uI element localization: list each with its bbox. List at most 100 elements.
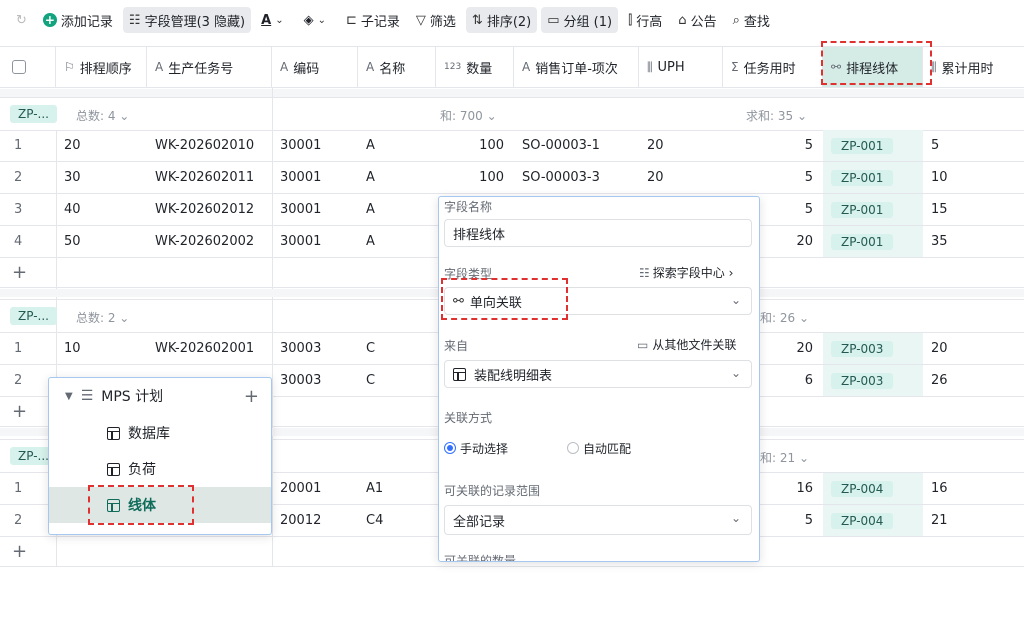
cell-cumulative[interactable]: 16 [923,473,948,504]
redo-button[interactable]: ↻ [10,7,33,33]
cell-name[interactable]: C [358,365,375,396]
select-all-checkbox[interactable] [12,60,26,74]
explore-field-center-link[interactable]: ☷ 探索字段中心 › [639,264,733,281]
tree-item-line[interactable]: 线体 [49,487,271,523]
cell-uph[interactable]: 20 [639,162,664,193]
row-height-button[interactable]: ⫿ 行高 [622,7,668,33]
cell-name[interactable]: A [358,130,375,161]
cell-cumulative[interactable]: 10 [923,162,948,193]
auto-match-radio[interactable]: 自动匹配 [567,440,631,457]
cell-order[interactable]: 20 [56,130,81,161]
sub-record-button[interactable]: ⊏ 子记录 [340,7,406,33]
cell-code[interactable]: 30003 [272,333,321,364]
group-sum-time[interactable]: 求和: 35 ⌄ [746,107,807,124]
cell-code[interactable]: 30001 [272,194,321,225]
cell-code[interactable]: 30001 [272,226,321,257]
filter-button[interactable]: ▽ 筛选 [410,7,462,33]
cell-task[interactable]: WK-202602001 [147,333,254,364]
cell-cumulative[interactable]: 20 [923,333,948,364]
cell-so[interactable]: SO-00003-3 [514,162,600,193]
cell-name[interactable]: A [358,194,375,225]
cell-so[interactable]: SO-00003-1 [514,130,600,161]
cell-order[interactable]: 40 [56,194,81,225]
grid-icon: ☷ [128,12,141,28]
cell-cumulative[interactable]: 15 [923,194,948,225]
cell-order[interactable]: 50 [56,226,81,257]
group-sum-time[interactable]: 和: 26 ⌄ [760,309,809,326]
cell-code[interactable]: 30001 [272,130,321,161]
line-tag: ZP-003 [831,372,894,389]
cell-code[interactable]: 20001 [272,473,321,504]
cell-line[interactable]: ZP-001 [823,194,923,225]
cell-time[interactable]: 5 [723,130,823,161]
cell-line[interactable]: ZP-003 [823,365,923,396]
cell-task[interactable]: WK-202602010 [147,130,254,161]
cell-uph[interactable]: 20 [639,130,664,161]
cell-cumulative[interactable]: 26 [923,365,948,396]
group-header[interactable]: ZP-... 总数: 4 ⌄ 和: 700 ⌄ 求和: 35 ⌄ [0,97,1024,131]
cell-qty[interactable]: 100 [436,130,514,161]
group-count[interactable]: 总数: 2 ⌄ [76,309,129,326]
column-header-line[interactable]: ⚯ 排程线体 [823,47,923,87]
record-scope-select[interactable]: 全部记录 ⌄ [444,505,752,535]
text-style-button[interactable]: A ⌄ [255,7,293,33]
cell-line[interactable]: ZP-003 [823,333,923,364]
column-header-time[interactable]: Σ 任务用时 [723,47,823,87]
table-header: ⚐ 排程顺序 A 生产任务号 A 编码 A 名称 123 数量 A 销售订单-项次 ⫼ UPH… [0,46,1024,88]
group-sum-time[interactable]: 和: 21 ⌄ [760,449,809,466]
cell-name[interactable]: A [358,226,375,257]
column-header-order[interactable]: ⚐ 排程顺序 [56,47,147,87]
manual-select-radio[interactable]: 手动选择 [444,440,508,457]
sort-button[interactable]: ⇅ 排序(2) [465,7,538,33]
column-header-cumulative[interactable]: ⫼ 累计用时 [923,47,1024,87]
cell-line[interactable]: ZP-004 [823,505,923,536]
cell-name[interactable]: C [358,333,375,364]
table-row[interactable]: 1 20 WK-202602010 30001 A 100 SO-00003-1… [0,130,1024,162]
cell-task[interactable]: WK-202602012 [147,194,254,225]
tree-item-load[interactable]: 负荷 [49,451,271,487]
cell-qty[interactable]: 100 [436,162,514,193]
column-header-so[interactable]: A 销售订单-项次 [514,47,639,87]
group-count[interactable]: 总数: 4 ⌄ [76,107,129,124]
cell-code[interactable]: 30001 [272,162,321,193]
cell-code[interactable]: 30003 [272,365,321,396]
cell-line[interactable]: ZP-001 [823,130,923,161]
cell-task[interactable]: WK-202602002 [147,226,254,257]
tree-root-mps[interactable]: ▼ ☰ MPS 计划 + [49,378,271,414]
add-icon[interactable]: + [244,386,259,407]
cell-line[interactable]: ZP-001 [823,162,923,193]
notice-label: 公告 [690,14,717,30]
column-header-name[interactable]: A 名称 [358,47,436,87]
cell-line[interactable]: ZP-001 [823,226,923,257]
column-header-task[interactable]: A 生产任务号 [147,47,272,87]
cell-order[interactable]: 30 [56,162,81,193]
cell-order[interactable]: 10 [56,333,81,364]
cell-name[interactable]: A [358,162,375,193]
column-header-uph[interactable]: ⫼ UPH [639,47,723,87]
notice-button[interactable]: ⌂ 公告 [672,7,722,33]
field-settings-panel: 字段名称 排程线体 字段类型 ☷ 探索字段中心 › ⚯ 单向关联 ⌄ 来自 ▭ 从其他文… [438,196,760,562]
tree-item-database[interactable]: 数据库 [49,415,271,451]
cell-task[interactable]: WK-202602011 [147,162,254,193]
group-button[interactable]: ▭ 分组 (1) [541,7,619,33]
link-other-file-link[interactable]: ▭ 从其他文件关联 [637,336,736,353]
cell-cumulative[interactable]: 5 [923,130,939,161]
cell-cumulative[interactable]: 35 [923,226,948,257]
add-record-button[interactable]: + 添加记录 [37,7,119,33]
group-sum-qty[interactable]: 和: 700 ⌄ [440,107,497,124]
source-table-select[interactable]: 装配线明细表 ⌄ [444,360,752,388]
cell-line[interactable]: ZP-004 [823,473,923,504]
cell-name[interactable]: C4 [358,505,383,536]
field-type-select[interactable]: ⚯ 单向关联 ⌄ [444,287,752,315]
cell-time[interactable]: 5 [723,162,823,193]
cell-cumulative[interactable]: 21 [923,505,948,536]
table-row[interactable]: 2 30 WK-202602011 30001 A 100 SO-00003-3… [0,162,1024,194]
search-button[interactable]: ⌕ 查找 [727,7,776,33]
field-management-button[interactable]: ☷ 字段管理(3 隐藏) [122,7,252,33]
column-header-code[interactable]: A 编码 [272,47,358,87]
column-header-qty[interactable]: 123 数量 [436,47,514,87]
fill-color-button[interactable]: ◈ ⌄ [298,7,336,33]
cell-name[interactable]: A1 [358,473,383,504]
cell-code[interactable]: 20012 [272,505,321,536]
field-name-input[interactable]: 排程线体 [444,219,752,247]
